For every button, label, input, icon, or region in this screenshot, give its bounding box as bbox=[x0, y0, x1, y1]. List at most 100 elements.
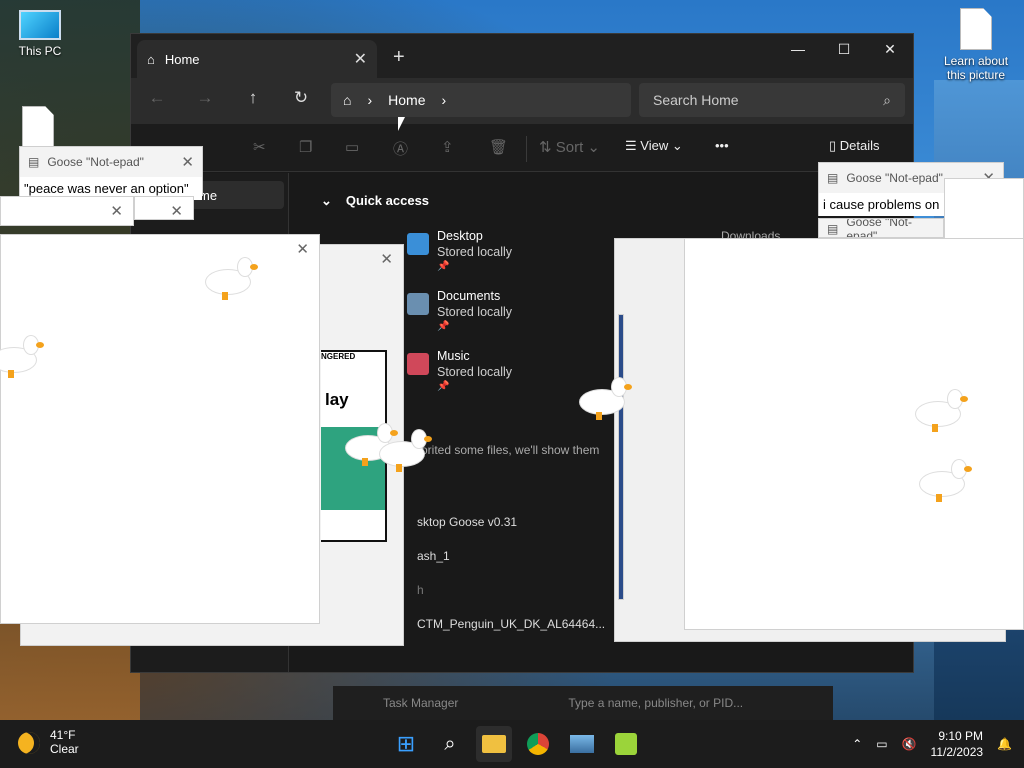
paste-icon[interactable]: ▭ bbox=[345, 138, 359, 156]
delete-icon[interactable]: 🗑 bbox=[489, 138, 508, 156]
maximize-button[interactable]: ☐ bbox=[821, 34, 867, 64]
goose-sprite[interactable] bbox=[0, 336, 44, 378]
folder-status: Stored locally bbox=[437, 365, 513, 379]
close-icon[interactable]: ✕ bbox=[181, 153, 194, 171]
chevron-up-icon[interactable]: ⌃ bbox=[852, 737, 862, 751]
notepad-title: Goose "Not-epad" bbox=[47, 155, 144, 169]
taskbar: 41°F Clear ⊞ ⌕ ⌃ ▭ 🔇 9:10 PM 11/2/2023 🔔 bbox=[0, 720, 1024, 768]
task-manager-title: Task Manager bbox=[383, 696, 459, 710]
desktop-icon-label: This PC bbox=[18, 44, 62, 58]
goose-sprite[interactable] bbox=[910, 390, 968, 432]
recent-file[interactable]: h bbox=[417, 583, 424, 597]
folder-desktop[interactable]: Desktop Stored locally 📌 bbox=[407, 229, 607, 272]
notepad-icon: ▤ bbox=[827, 222, 839, 236]
folder-icon bbox=[407, 233, 429, 255]
goose-sprite[interactable] bbox=[200, 258, 258, 300]
network-icon[interactable]: ▭ bbox=[876, 737, 887, 751]
refresh-button[interactable]: ↻ bbox=[287, 88, 315, 114]
pin-icon: 📌 bbox=[437, 261, 450, 272]
folder-status: Stored locally bbox=[437, 245, 513, 259]
more-options-button[interactable]: ••• bbox=[715, 138, 729, 153]
moon-icon bbox=[18, 732, 40, 754]
notification-bell-icon[interactable]: 🔔 bbox=[997, 737, 1012, 751]
search-box[interactable]: Search Home ⌕ bbox=[639, 83, 905, 117]
desktop-icon-learn-about-picture[interactable]: Learn about this picture bbox=[936, 8, 1016, 82]
clock[interactable]: 9:10 PM 11/2/2023 bbox=[931, 728, 984, 760]
goose-notepad[interactable]: ▤ Goose "Not-epad" ✕ "peace was never an… bbox=[19, 146, 203, 200]
details-label: Details bbox=[839, 138, 880, 153]
up-button[interactable]: ↑ bbox=[239, 88, 267, 114]
photos-icon[interactable] bbox=[564, 726, 600, 762]
recent-file[interactable]: CTM_Penguin_UK_DK_AL64464... bbox=[417, 617, 605, 631]
sort-label: Sort bbox=[555, 139, 584, 156]
chevron-right-icon[interactable]: › bbox=[442, 92, 447, 108]
search-placeholder: Search Home bbox=[653, 92, 739, 108]
volume-muted-icon[interactable]: 🔇 bbox=[902, 737, 917, 751]
forward-button[interactable]: → bbox=[191, 88, 219, 114]
breadcrumb-home[interactable]: Home bbox=[388, 92, 425, 108]
task-manager-search[interactable]: Type a name, publisher, or PID... bbox=[568, 696, 743, 710]
file-explorer-icon[interactable] bbox=[476, 726, 512, 762]
chevron-down-icon: ⌄ bbox=[321, 193, 332, 208]
address-bar-row: ← → ↑ ↻ ⌂ › Home › Search Home ⌕ bbox=[131, 78, 913, 124]
search-icon[interactable]: ⌕ bbox=[432, 726, 468, 762]
goose-icon[interactable] bbox=[608, 726, 644, 762]
close-icon[interactable]: ✕ bbox=[380, 250, 393, 268]
goose-sprite[interactable] bbox=[374, 430, 432, 472]
new-tab-button[interactable]: + bbox=[393, 46, 405, 69]
close-icon[interactable]: ✕ bbox=[296, 240, 309, 258]
chrome-icon[interactable] bbox=[520, 726, 556, 762]
comic-caption: NGERED bbox=[321, 352, 356, 361]
monitor-icon bbox=[19, 10, 61, 40]
taskbar-apps: ⊞ ⌕ bbox=[388, 726, 644, 762]
notepad-title: Goose "Not-epad" bbox=[846, 218, 912, 238]
folder-documents[interactable]: Documents Stored locally 📌 bbox=[407, 289, 607, 332]
close-tab-icon[interactable]: ✕ bbox=[354, 49, 367, 69]
clock-date: 11/2/2023 bbox=[930, 745, 984, 759]
notepad-titlebar: ▤ Goose "Not-epad" ✕ bbox=[20, 147, 202, 177]
document-icon bbox=[960, 8, 992, 50]
folder-name: Documents bbox=[437, 289, 501, 303]
tab-home[interactable]: ⌂ Home ✕ bbox=[137, 40, 377, 78]
cut-icon[interactable]: ✂ bbox=[253, 138, 266, 156]
view-button[interactable]: ☰ View ⌄ bbox=[625, 138, 683, 154]
goose-sprite[interactable] bbox=[914, 460, 972, 502]
quick-access-header[interactable]: ⌄ Quick access bbox=[321, 193, 429, 209]
folder-name: Desktop bbox=[437, 229, 483, 243]
share-icon[interactable]: ⇪ bbox=[441, 138, 454, 156]
back-button[interactable]: ← bbox=[143, 88, 171, 114]
tab-label: Home bbox=[164, 51, 200, 67]
blank-window: ✕ bbox=[0, 196, 134, 226]
goose-sprite[interactable] bbox=[574, 378, 632, 420]
pin-icon: 📌 bbox=[437, 321, 450, 332]
close-button[interactable]: ✕ bbox=[867, 34, 913, 64]
copy-icon[interactable]: ❐ bbox=[299, 138, 312, 156]
home-icon: ⌂ bbox=[343, 92, 352, 108]
document-icon[interactable] bbox=[22, 106, 54, 148]
close-icon[interactable]: ✕ bbox=[170, 202, 183, 220]
partial-image bbox=[618, 314, 624, 600]
sort-button[interactable]: ⇅ Sort ⌄ bbox=[539, 138, 600, 156]
recent-file[interactable]: ash_1 bbox=[417, 549, 450, 563]
rename-icon[interactable]: Ⓐ bbox=[393, 138, 408, 159]
task-manager-window: Task Manager Type a name, publisher, or … bbox=[333, 686, 833, 720]
weather-temp: 41°F bbox=[50, 728, 76, 742]
desktop-icon-this-pc[interactable]: This PC bbox=[0, 10, 80, 58]
goose-notepad[interactable]: ▤ Goose "Not-epad" bbox=[818, 218, 944, 238]
minimize-button[interactable]: — bbox=[775, 34, 821, 64]
desktop-icon-label: Learn about this picture bbox=[943, 54, 1009, 82]
notepad-titlebar: ▤ Goose "Not-epad" bbox=[819, 218, 943, 238]
weather-widget[interactable]: 41°F Clear bbox=[18, 728, 79, 756]
chevron-right-icon[interactable]: › bbox=[367, 92, 372, 108]
home-icon: ⌂ bbox=[147, 51, 155, 67]
divider bbox=[526, 136, 527, 162]
close-icon[interactable]: ✕ bbox=[110, 202, 123, 220]
details-button[interactable]: ▯ Details bbox=[829, 138, 880, 154]
recent-file[interactable]: sktop Goose v0.31 bbox=[417, 515, 517, 529]
blank-window: ✕ bbox=[134, 196, 194, 220]
blank-window: ✕ bbox=[0, 234, 320, 624]
start-icon[interactable]: ⊞ bbox=[388, 726, 424, 762]
folder-name: Music bbox=[437, 349, 470, 363]
notepad-icon: ▤ bbox=[28, 155, 40, 169]
address-bar[interactable]: ⌂ › Home › bbox=[331, 83, 631, 117]
